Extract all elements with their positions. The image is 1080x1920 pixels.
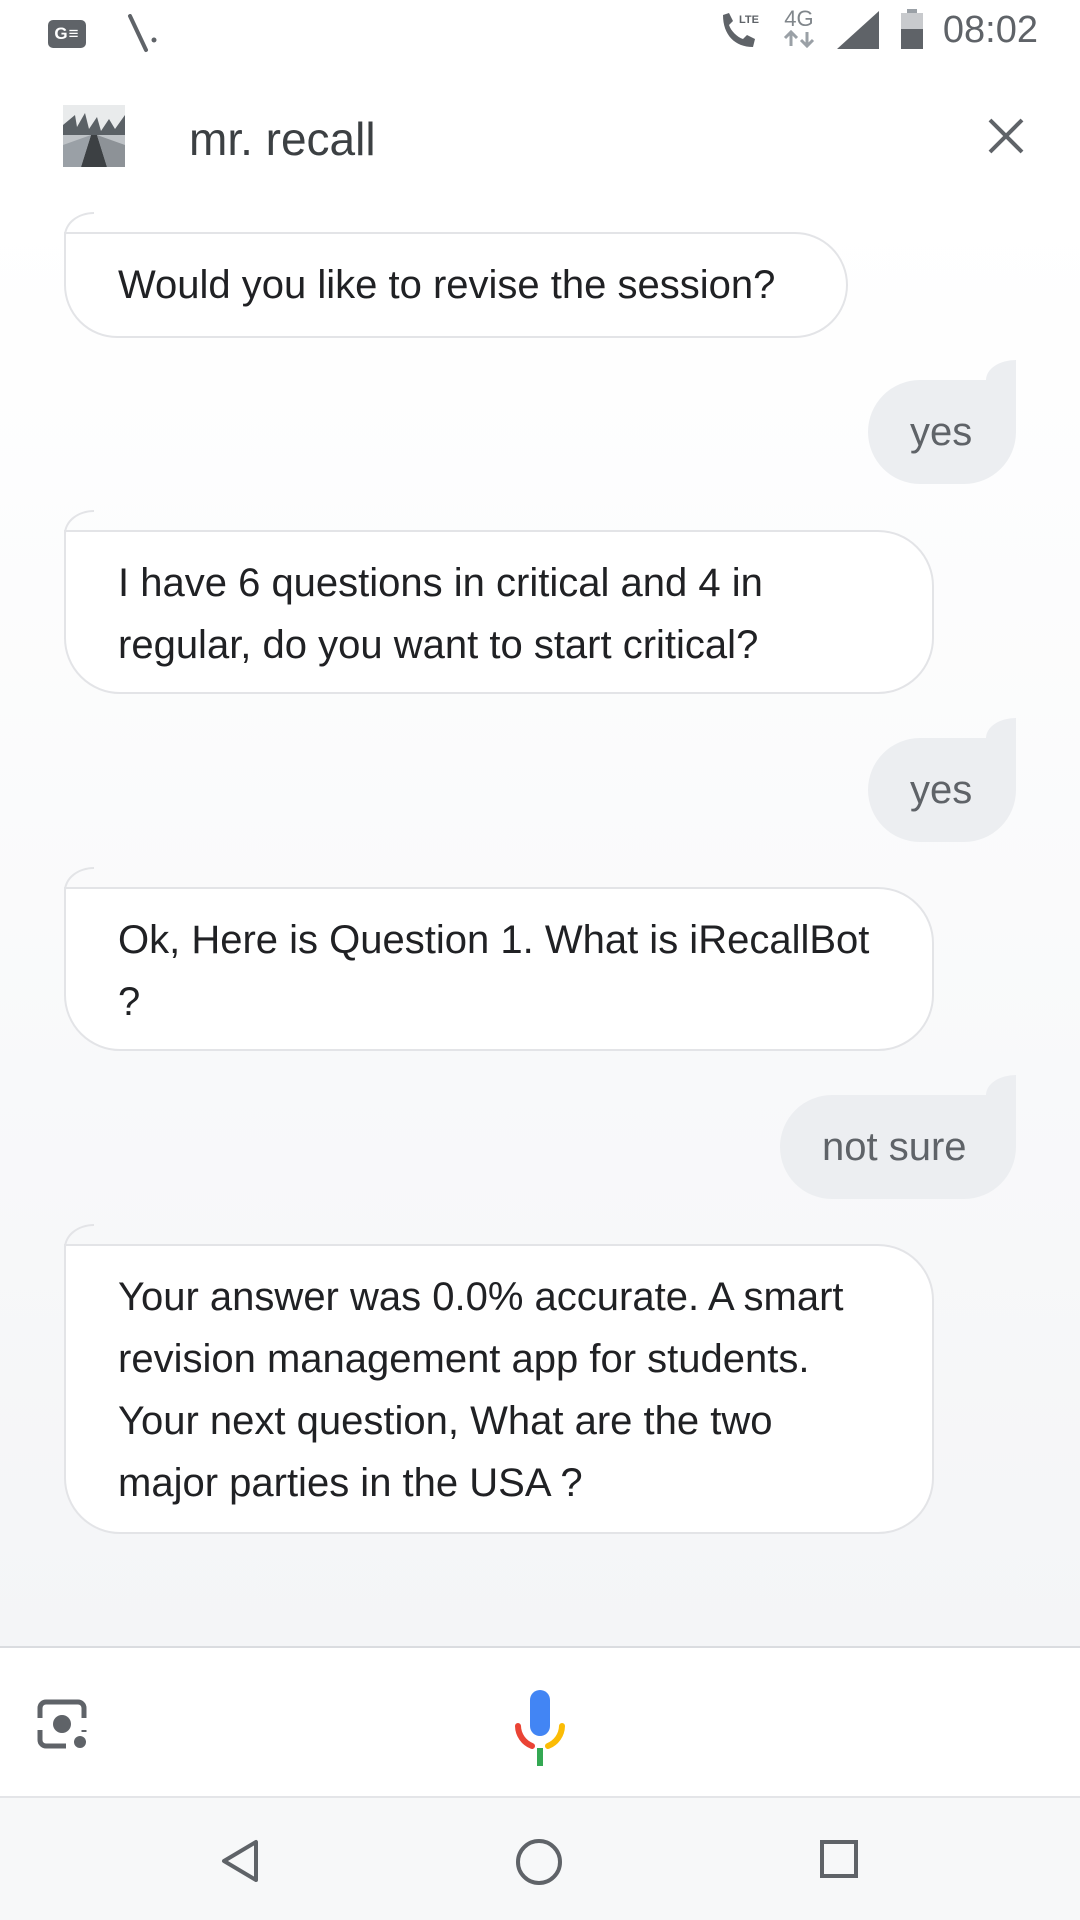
home-icon [516, 1839, 562, 1885]
phone-lte-icon: LTE [722, 13, 759, 47]
network-4g-label: 4G [784, 6, 814, 31]
status-right: LTE 4G 08:02 [717, 8, 1038, 52]
back-button[interactable] [218, 1838, 264, 1889]
clock: 08:02 [942, 8, 1038, 51]
battery-icon [900, 9, 923, 49]
bot-message: Your answer was 0.0% accurate. A smart r… [64, 1224, 934, 1534]
close-button[interactable] [976, 106, 1036, 166]
bot-message-text: Your answer was 0.0% accurate. A smart r… [118, 1275, 844, 1505]
mic-icon [515, 1690, 565, 1766]
app-header: mr. recall [0, 64, 1080, 208]
back-icon [222, 1840, 258, 1882]
signal-icon [836, 11, 879, 49]
user-message: yes [868, 718, 1016, 842]
bot-message: Ok, Here is Question 1. What is iRecallB… [64, 867, 934, 1051]
recents-icon [820, 1840, 858, 1878]
page-title: mr. recall [189, 113, 376, 165]
bot-message-text: I have 6 questions in critical and 4 in … [118, 561, 763, 667]
bot-message-text: Ok, Here is Question 1. What is iRecallB… [118, 918, 870, 1024]
avatar [63, 105, 125, 167]
data-arrows-icon [783, 29, 814, 49]
home-button[interactable] [513, 1836, 565, 1893]
user-message: not sure [780, 1075, 1016, 1199]
bot-message: Would you like to revise the session? [64, 212, 848, 338]
assistant-input-bar [0, 1646, 1080, 1796]
gesture-badge-icon: G≡ [48, 20, 86, 48]
recents-button[interactable] [818, 1838, 860, 1885]
lens-button[interactable] [34, 1696, 90, 1752]
network-4g: 4G [781, 8, 817, 52]
user-message-text: yes [910, 767, 973, 812]
svg-text:LTE: LTE [739, 14, 759, 26]
chat-thread[interactable]: Would you like to revise the session? ye… [0, 208, 1080, 1646]
bot-message-text: Would you like to revise the session? [118, 263, 776, 307]
close-icon [988, 118, 1024, 154]
mic-button[interactable] [510, 1688, 570, 1768]
status-left: G≡ [48, 14, 160, 54]
status-bar: G≡ LTE 4G 08:02 [0, 0, 1080, 64]
antenna-icon [128, 14, 157, 52]
user-message-text: yes [910, 409, 973, 454]
system-nav-bar [0, 1796, 1080, 1920]
user-message-text: not sure [822, 1124, 967, 1169]
bot-message: I have 6 questions in critical and 4 in … [64, 510, 934, 694]
user-message: yes [868, 360, 1016, 484]
lens-icon [37, 1699, 87, 1749]
